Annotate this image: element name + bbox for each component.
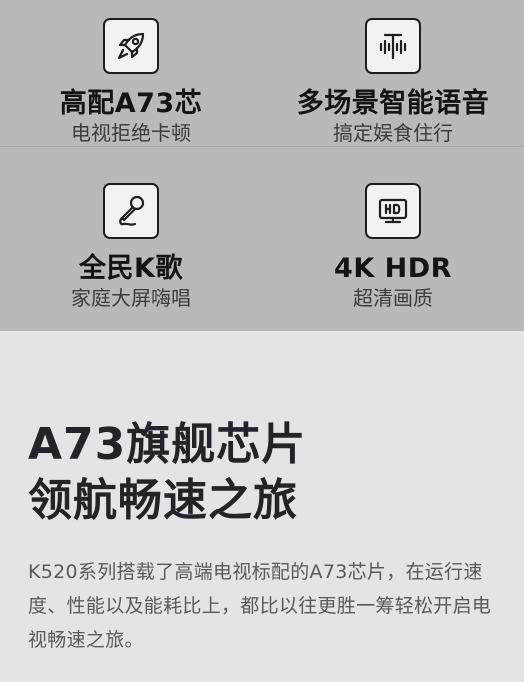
feature-voice: 多场景智能语音 搞定娱食住行: [262, 18, 524, 146]
headline-line-2: 领航畅速之旅: [28, 475, 298, 526]
feature-title: 高配A73芯: [59, 88, 203, 119]
hd-tv-icon: [365, 183, 421, 239]
features-panel: 高配A73芯 电视拒绝卡顿 多场景智能语音 搞定娱食住行 全民K歌 家庭大屏嗨唱…: [0, 0, 524, 331]
headline-line-1: A73旗舰芯片: [28, 419, 307, 470]
divider-line: [0, 146, 524, 147]
feature-subtitle: 电视拒绝卡顿: [71, 121, 191, 145]
rocket-icon: [103, 18, 159, 74]
section-body: K520系列搭载了高端电视标配的A73芯片，在运行速度、性能以及能耗比上，都比以…: [28, 561, 492, 651]
feature-title: 多场景智能语音: [296, 88, 490, 119]
chip-section: A73旗舰芯片 领航畅速之旅 K520系列搭载了高端电视标配的A73芯片，在运行速…: [0, 331, 524, 682]
section-headline: A73旗舰芯片 领航畅速之旅: [28, 417, 306, 529]
voice-icon: [365, 18, 421, 74]
microphone-icon: [103, 183, 159, 239]
feature-title: 4K HDR: [334, 253, 452, 284]
feature-karaoke: 全民K歌 家庭大屏嗨唱: [0, 183, 262, 311]
feature-chip: 高配A73芯 电视拒绝卡顿: [0, 18, 262, 146]
feature-title: 全民K歌: [79, 253, 183, 284]
feature-subtitle: 搞定娱食住行: [333, 121, 453, 145]
feature-subtitle: 家庭大屏嗨唱: [71, 286, 191, 310]
feature-subtitle: 超清画质: [353, 286, 433, 310]
feature-4k-hdr: 4K HDR 超清画质: [262, 183, 524, 311]
